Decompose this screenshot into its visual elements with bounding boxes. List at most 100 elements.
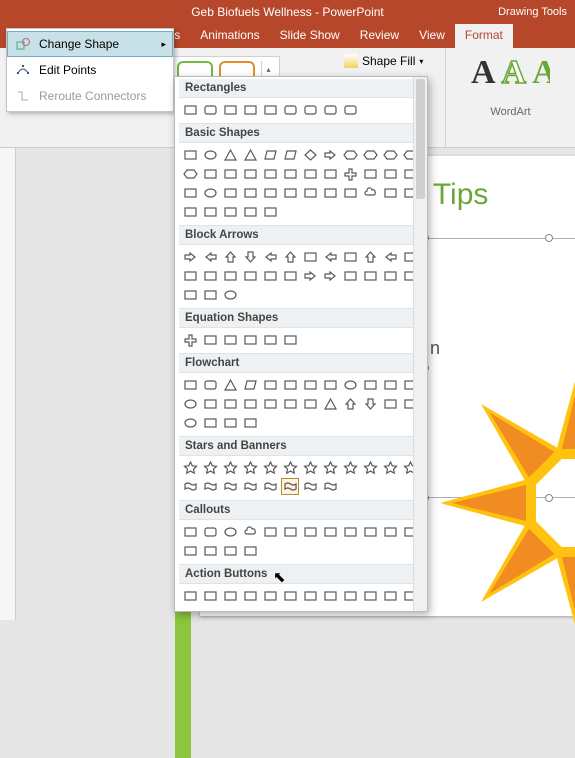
shape-sun[interactable] [321, 184, 339, 201]
shape-line1[interactable] [261, 523, 279, 540]
shape-arrow-quad[interactable] [301, 248, 319, 265]
shape-arrow-curve-u[interactable] [221, 267, 239, 284]
shape-arrow-penta[interactable] [301, 267, 319, 284]
shape-rect-round-all[interactable] [341, 101, 359, 118]
shape-ribbon2-d[interactable] [241, 478, 259, 495]
shape-double-wave[interactable] [321, 478, 339, 495]
shape-callout-quad[interactable] [201, 286, 219, 303]
shape-line-acc1[interactable] [321, 523, 339, 540]
shape-teardrop[interactable] [241, 165, 259, 182]
shape-merge[interactable] [361, 395, 379, 412]
shape-home[interactable] [261, 587, 279, 604]
shape-end[interactable] [241, 587, 259, 604]
shape-movie[interactable] [321, 587, 339, 604]
shape-arrow-strip-r[interactable] [261, 267, 279, 284]
shape-l-shape[interactable] [301, 165, 319, 182]
shape-sound[interactable] [361, 587, 379, 604]
shape-left-bracket[interactable] [201, 203, 219, 220]
shape-arrow-l[interactable] [201, 248, 219, 265]
shape-smiley[interactable] [261, 184, 279, 201]
shape-star4[interactable] [221, 459, 239, 476]
shape-line2[interactable] [281, 523, 299, 540]
shape-arrow-circ[interactable] [221, 286, 239, 303]
shape-prep[interactable] [361, 376, 379, 393]
shape-arrow-curve-l[interactable] [201, 267, 219, 284]
shape-line-bord-acc1[interactable] [201, 542, 219, 559]
shape-arrow-lu[interactable] [381, 248, 399, 265]
shape-connector[interactable] [181, 395, 199, 412]
wordart-style-1[interactable]: A [471, 54, 496, 92]
tab-slideshow[interactable]: Slide Show [270, 24, 350, 48]
shape-triangle[interactable] [221, 146, 239, 163]
tab-format[interactable]: Format [455, 24, 513, 48]
menu-change-shape[interactable]: Change Shape ▸ [7, 31, 173, 57]
shape-decision[interactable] [221, 376, 239, 393]
wordart-style-3[interactable]: A [532, 54, 550, 92]
shape-heart[interactable] [281, 184, 299, 201]
shape-document[interactable] [341, 587, 359, 604]
shape-line3[interactable] [301, 523, 319, 540]
shape-rect-snip-diag[interactable] [261, 101, 279, 118]
shape-terminator[interactable] [341, 376, 359, 393]
shape-internal[interactable] [281, 376, 299, 393]
shape-arrow-u[interactable] [221, 248, 239, 265]
shape-collate[interactable] [301, 395, 319, 412]
shape-arrow-d[interactable] [241, 248, 259, 265]
shape-sort[interactable] [321, 395, 339, 412]
shape-frame[interactable] [261, 165, 279, 182]
shape-arrow-bent[interactable] [341, 248, 359, 265]
shape-horz-scroll[interactable] [281, 478, 299, 495]
shape-right-brace[interactable] [261, 203, 279, 220]
shape-pie[interactable] [201, 165, 219, 182]
shape-info[interactable] [281, 587, 299, 604]
shape-seq-access[interactable] [181, 414, 199, 431]
tab-animations[interactable]: Animations [190, 24, 269, 48]
menu-edit-points[interactable]: Edit Points [7, 57, 173, 83]
shape-minus[interactable] [201, 331, 219, 348]
shape-arrow-chevron[interactable] [321, 267, 339, 284]
shape-donut[interactable] [201, 184, 219, 201]
shape-bevel[interactable] [181, 184, 199, 201]
shape-arrow-notch-r[interactable] [281, 267, 299, 284]
shape-explosion2[interactable] [201, 459, 219, 476]
shape-arrow-uturn[interactable] [361, 248, 379, 265]
shape-process[interactable] [181, 376, 199, 393]
shape-predef[interactable] [261, 376, 279, 393]
shape-line-bord-acc3[interactable] [241, 542, 259, 559]
shape-fill-button[interactable]: Shape Fill ▾ [344, 54, 423, 68]
shape-callout-lr[interactable] [181, 286, 199, 303]
shape-card[interactable] [221, 395, 239, 412]
shape-rect-round2[interactable] [301, 101, 319, 118]
shape-arrow-r[interactable] [181, 248, 199, 265]
shape-return[interactable] [301, 587, 319, 604]
shape-cross[interactable] [341, 165, 359, 182]
gallery-scrollbar[interactable] [413, 77, 427, 611]
shape-left-brace[interactable] [241, 203, 259, 220]
shape-star16[interactable] [361, 459, 379, 476]
shape-back[interactable] [181, 587, 199, 604]
shape-oval-callout[interactable] [221, 523, 239, 540]
shape-half-frame[interactable] [281, 165, 299, 182]
shape-document[interactable] [301, 376, 319, 393]
shape-rect-round-diag[interactable] [321, 101, 339, 118]
shape-line-acc3[interactable] [361, 523, 379, 540]
shape-dodecagon[interactable] [181, 165, 199, 182]
shape-plus[interactable] [181, 331, 199, 348]
shape-offpage[interactable] [201, 395, 219, 412]
shape-equal[interactable] [261, 331, 279, 348]
shape-arrow-ud[interactable] [281, 248, 299, 265]
shape-multidoc[interactable] [321, 376, 339, 393]
shape-begin[interactable] [221, 587, 239, 604]
shape-heptagon[interactable] [361, 146, 379, 163]
shape-not-equal[interactable] [281, 331, 299, 348]
shape-manual-in[interactable] [381, 376, 399, 393]
shape-star12[interactable] [341, 459, 359, 476]
shape-octagon[interactable] [381, 146, 399, 163]
shape-rect-snip1[interactable] [221, 101, 239, 118]
shape-star24[interactable] [381, 459, 399, 476]
sun-shape[interactable] [440, 363, 575, 643]
wordart-style-2[interactable]: A [502, 54, 527, 92]
shape-line-bord3[interactable] [181, 542, 199, 559]
shape-sum-junc[interactable] [261, 395, 279, 412]
shape-diag-stripe[interactable] [321, 165, 339, 182]
